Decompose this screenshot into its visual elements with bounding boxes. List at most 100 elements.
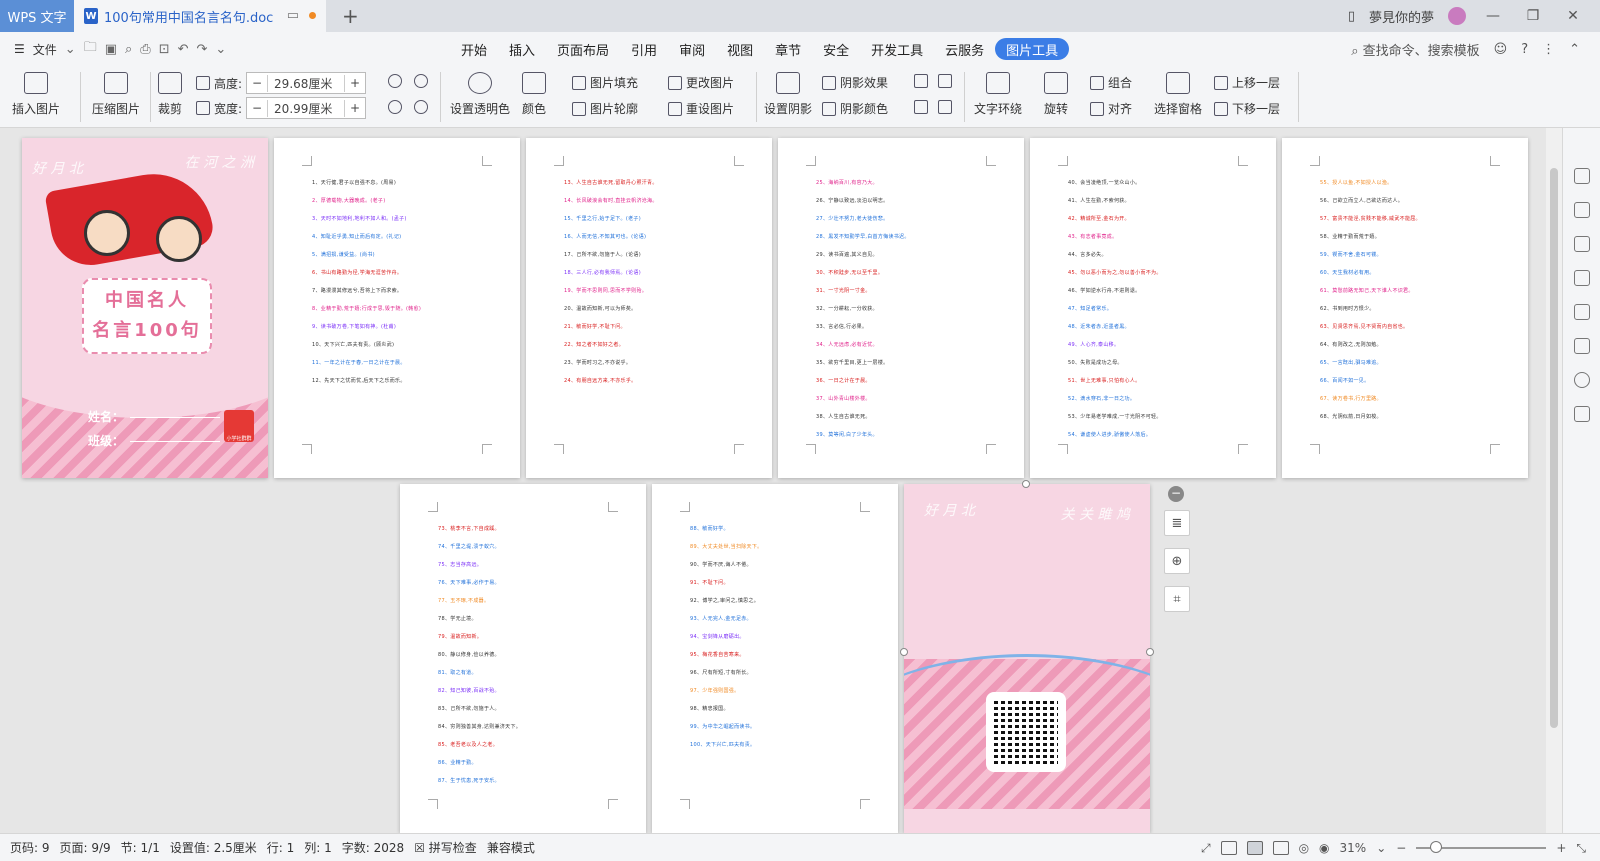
height-increment-button[interactable]: + xyxy=(345,76,365,90)
document-page[interactable]: 13、人生自古谁无死,留取丹心照汗青。 14、长风破浪会有时,直挂云帆济沧海。 15… xyxy=(526,138,772,478)
shadow-color-button[interactable]: 阴影颜色 xyxy=(822,100,888,117)
quote-line[interactable]: 34、人无远虑,必有近忧。 xyxy=(816,336,994,354)
zoom-out-icon[interactable]: − xyxy=(1396,841,1406,855)
color-button[interactable]: 颜色 xyxy=(522,72,546,117)
compat-mode-label[interactable]: 兼容模式 xyxy=(487,839,535,856)
quote-line[interactable]: 95、梅花香自苦寒来。 xyxy=(690,646,868,664)
quote-line[interactable]: 48、近朱者赤,近墨者黑。 xyxy=(1068,318,1246,336)
quote-line[interactable]: 25、海纳百川,有容乃大。 xyxy=(816,174,994,192)
quote-line[interactable]: 27、少壮不努力,老大徒伤悲。 xyxy=(816,210,994,228)
tab-picture-tools[interactable]: 图片工具 xyxy=(995,38,1070,60)
quote-line[interactable]: 93、人无完人,金无足赤。 xyxy=(690,610,868,628)
quote-line[interactable]: 81、取之有道。 xyxy=(438,664,616,682)
quote-line[interactable]: 77、玉不琢,不成器。 xyxy=(438,592,616,610)
resize-handle[interactable] xyxy=(1022,480,1030,488)
quote-line[interactable]: 35、欲穷千里目,更上一层楼。 xyxy=(816,354,994,372)
tab-insert[interactable]: 插入 xyxy=(498,38,546,60)
quote-line[interactable]: 59、锲而不舍,金石可镂。 xyxy=(1320,246,1498,264)
zoom-slider[interactable] xyxy=(1416,841,1547,853)
file-menu[interactable]: 文件 xyxy=(33,41,57,58)
shadow-right-icon[interactable] xyxy=(938,100,952,114)
page-view-icon[interactable] xyxy=(1246,841,1263,855)
quote-line[interactable]: 51、世上无难事,只怕有心人。 xyxy=(1068,372,1246,390)
compress-picture-button[interactable]: 压缩图片 xyxy=(92,72,140,117)
hamburger-icon[interactable]: ☰ xyxy=(14,42,25,56)
quote-line[interactable]: 61、莫愁前路无知己,天下谁人不识君。 xyxy=(1320,282,1498,300)
tab-section[interactable]: 章节 xyxy=(764,38,812,60)
document-page[interactable]: 73、桃李不言,下自成蹊。 74、千里之堤,溃于蚁穴。 75、志当存高远。 76、天下… xyxy=(400,484,646,833)
tab-cloud[interactable]: 云服务 xyxy=(934,38,995,60)
print-icon[interactable]: ⎙ xyxy=(140,42,150,57)
history-icon[interactable] xyxy=(1574,372,1590,388)
resize-handle[interactable] xyxy=(1146,648,1154,656)
page-text-block[interactable]: 55、授人以鱼,不如授人以渔。 56、己欲立而立人,己欲达而达人。 57、富贵不能淫… xyxy=(1320,174,1498,426)
quote-line[interactable]: 47、知足者常乐。 xyxy=(1068,300,1246,318)
collapse-tools-button[interactable]: − xyxy=(1168,486,1184,502)
reset-picture-button[interactable]: 重设图片 xyxy=(668,100,734,117)
quote-line[interactable]: 13、人生自古谁无死,留取丹心照汗青。 xyxy=(564,174,742,192)
width-increment-button[interactable]: + xyxy=(345,101,365,115)
tools-icon[interactable] xyxy=(1574,270,1590,286)
quote-line[interactable]: 82、知己知彼,百战不殆。 xyxy=(438,682,616,700)
quote-line[interactable]: 79、温故而知新。 xyxy=(438,628,616,646)
page-text-block[interactable]: 40、会当凌绝顶,一览众山小。 41、人生在勤,不索何获。 42、精诚所至,金石为开… xyxy=(1068,174,1246,444)
quote-line[interactable]: 6、书山有路勤为径,学海无涯苦作舟。 xyxy=(312,264,490,282)
picture-fill-button[interactable]: 图片填充 xyxy=(572,74,638,91)
tab-developer[interactable]: 开发工具 xyxy=(860,38,934,60)
status-word-count[interactable]: 字数: 2028 xyxy=(342,839,404,856)
avatar[interactable] xyxy=(1448,7,1466,25)
brightness-up-icon[interactable] xyxy=(388,100,402,114)
back-cover-page[interactable]: 好 月 北 关 关 雎 鸠 xyxy=(904,484,1150,833)
rotate-right-icon[interactable] xyxy=(414,74,428,88)
quote-line[interactable]: 92、博学之,审问之,慎思之。 xyxy=(690,592,868,610)
width-input[interactable]: 20.99厘米 xyxy=(267,99,346,117)
cover-page[interactable]: 好 月 北 在 河 之 洲 中国名人 名言100句 姓名： 班级： 小学社群群 xyxy=(22,138,268,478)
app-tab[interactable]: WPS 文字 xyxy=(0,0,74,32)
quote-line[interactable]: 26、宁静以致远,淡泊以明志。 xyxy=(816,192,994,210)
quote-line[interactable]: 54、谦虚使人进步,骄傲使人落后。 xyxy=(1068,426,1246,444)
shadow-down-icon[interactable] xyxy=(938,74,952,88)
quote-line[interactable]: 38、人生自古谁无死。 xyxy=(816,408,994,426)
quote-line[interactable]: 22、知之者不如好之者。 xyxy=(564,336,742,354)
quote-line[interactable]: 86、业精于勤。 xyxy=(438,754,616,772)
collapse-ribbon-icon[interactable]: ⌃ xyxy=(1569,42,1580,57)
quote-line[interactable]: 28、黑发不知勤学早,白首方悔读书迟。 xyxy=(816,228,994,246)
page-text-block[interactable]: 25、海纳百川,有容乃大。 26、宁静以致远,淡泊以明志。 27、少壮不努力,老大徒… xyxy=(816,174,994,444)
quote-line[interactable]: 40、会当凌绝顶,一览众山小。 xyxy=(1068,174,1246,192)
tab-references[interactable]: 引用 xyxy=(620,38,668,60)
quote-line[interactable]: 57、富贵不能淫,贫贱不能移,威武不能屈。 xyxy=(1320,210,1498,228)
new-tab-button[interactable]: + xyxy=(342,0,359,32)
set-transparent-button[interactable]: 设置透明色 xyxy=(450,72,510,117)
quote-line[interactable]: 2、厚德载物,大器晚成。(老子) xyxy=(312,192,490,210)
quote-line[interactable]: 83、己所不欲,勿施于人。 xyxy=(438,700,616,718)
document-page[interactable]: 55、授人以鱼,不如授人以渔。 56、己欲立而立人,己欲达而达人。 57、富贵不能淫… xyxy=(1282,138,1528,478)
tab-view[interactable]: 视图 xyxy=(716,38,764,60)
quote-line[interactable]: 17、己所不欲,勿施于人。(论语) xyxy=(564,246,742,264)
align-button[interactable]: 对齐 xyxy=(1090,100,1132,117)
quote-line[interactable]: 19、学而不思则罔,思而不学则殆。 xyxy=(564,282,742,300)
status-setting[interactable]: 设置值: 2.5厘米 xyxy=(170,839,257,856)
quote-line[interactable]: 31、一寸光阴一寸金。 xyxy=(816,282,994,300)
crop-button[interactable]: 裁剪 xyxy=(158,72,182,117)
quote-line[interactable]: 94、宝剑锋从磨砺出。 xyxy=(690,628,868,646)
quote-line[interactable]: 64、有则改之,无则加勉。 xyxy=(1320,336,1498,354)
quote-line[interactable]: 46、学如逆水行舟,不进则退。 xyxy=(1068,282,1246,300)
quote-line[interactable]: 58、业精于勤而荒于嬉。 xyxy=(1320,228,1498,246)
format-painter-icon[interactable]: ⌕ xyxy=(125,42,132,57)
document-page[interactable]: 88、敏而好学。 89、大丈夫处世,当扫除天下。 90、学而不厌,诲人不倦。 91、不… xyxy=(652,484,898,833)
quote-line[interactable]: 99、为中华之崛起而读书。 xyxy=(690,718,868,736)
redo-icon[interactable]: ↷ xyxy=(197,42,208,57)
document-page[interactable]: 1、天行健,君子以自强不息。(周易) 2、厚德载物,大器晚成。(老子) 3、天时不如… xyxy=(274,138,520,478)
tab-home[interactable]: 开始 xyxy=(450,38,498,60)
picture-outline-button[interactable]: 图片轮廓 xyxy=(572,100,638,117)
quote-line[interactable]: 4、知耻近乎勇,知止而后有定。(礼记) xyxy=(312,228,490,246)
quote-line[interactable]: 1、天行健,君子以自强不息。(周易) xyxy=(312,174,490,192)
quote-line[interactable]: 52、滴水穿石,非一日之功。 xyxy=(1068,390,1246,408)
height-decrement-button[interactable]: − xyxy=(247,76,267,90)
height-stepper[interactable]: − 29.68厘米 + xyxy=(246,72,367,94)
quote-line[interactable]: 37、山外青山楼外楼。 xyxy=(816,390,994,408)
quote-line[interactable]: 21、敏而好学,不耻下问。 xyxy=(564,318,742,336)
chevron-down-icon[interactable]: ⌄ xyxy=(65,42,76,57)
zoom-picture-icon[interactable]: ⊕ xyxy=(1164,548,1190,574)
quote-line[interactable]: 10、天下兴亡,匹夫有责。(顾炎武) xyxy=(312,336,490,354)
